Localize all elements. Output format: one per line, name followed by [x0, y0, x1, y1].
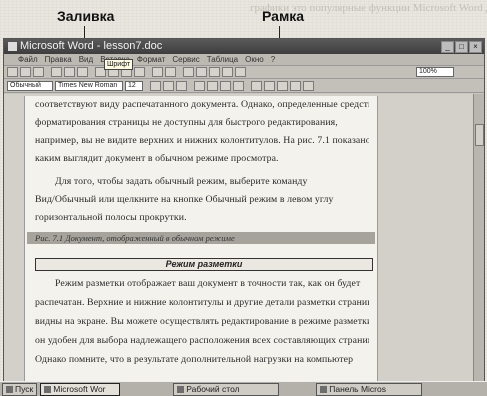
- text-line: он удобен для выбора надлежащего располо…: [35, 335, 369, 346]
- font-select[interactable]: Times New Roman: [55, 80, 123, 91]
- scroll-thumb[interactable]: [475, 124, 484, 146]
- menu-edit[interactable]: Правка: [45, 54, 72, 65]
- fill-callout-label: Заливка: [57, 8, 115, 24]
- menu-bar: Файл Правка Вид Вставка Формат Сервис Та…: [4, 54, 484, 66]
- save-icon[interactable]: [33, 67, 44, 77]
- figure-caption: Рис. 7.1 Документ, отображенный в обычно…: [27, 232, 375, 244]
- word-app-icon: [8, 42, 17, 51]
- font-size-select[interactable]: 12: [125, 80, 143, 91]
- taskbar-item-label: Microsoft Wor: [53, 383, 106, 394]
- show-hide-icon[interactable]: [235, 67, 246, 77]
- maximize-button[interactable]: □: [455, 40, 468, 53]
- close-button[interactable]: ×: [469, 40, 482, 53]
- taskbar: Пуск Microsoft Wor Рабочий стол Панель M…: [0, 381, 487, 396]
- text-line: форматирования страницы не доступны для …: [35, 117, 338, 128]
- print-icon[interactable]: [51, 67, 62, 77]
- text-line: Однако помните, что в результате дополни…: [35, 354, 354, 365]
- bullets-icon[interactable]: [264, 80, 275, 91]
- taskbar-item-word[interactable]: Microsoft Wor: [40, 382, 121, 396]
- menu-file[interactable]: Файл: [18, 54, 38, 65]
- start-label: Пуск: [15, 383, 34, 394]
- text-line: видны на экране. Вы можете осуществлять …: [35, 316, 369, 327]
- document-area: соответствуют виду распечатанного докуме…: [4, 94, 484, 383]
- justify-icon[interactable]: [233, 80, 244, 91]
- columns-icon[interactable]: [209, 67, 220, 77]
- menu-view[interactable]: Вид: [79, 54, 93, 65]
- style-select[interactable]: Обычный: [7, 80, 53, 91]
- insert-excel-icon[interactable]: [196, 67, 207, 77]
- decrease-indent-icon[interactable]: [277, 80, 288, 91]
- text-line: соответствуют виду распечатанного докуме…: [35, 99, 369, 110]
- numbering-icon[interactable]: [251, 80, 262, 91]
- open-folder-icon[interactable]: [20, 67, 31, 77]
- vertical-scrollbar[interactable]: [473, 94, 484, 383]
- minimize-button[interactable]: _: [441, 40, 454, 53]
- align-left-icon[interactable]: [194, 80, 205, 91]
- undo-icon[interactable]: [152, 67, 163, 77]
- taskbar-item-label: Панель Micros: [329, 383, 386, 394]
- title-bar[interactable]: Microsoft Word - lesson7.doc _ □ ×: [4, 39, 484, 54]
- text-line: Для того, чтобы задать обычный режим, вы…: [55, 176, 308, 187]
- print-preview-icon[interactable]: [64, 67, 75, 77]
- section-heading: Режим разметки: [35, 258, 373, 271]
- italic-icon[interactable]: [163, 80, 174, 91]
- taskbar-item-label: Рабочий стол: [186, 383, 240, 394]
- taskbar-item-panel[interactable]: Панель Micros: [316, 382, 423, 396]
- taskbar-item-desktop[interactable]: Рабочий стол: [173, 382, 280, 396]
- drawing-icon[interactable]: [222, 67, 233, 77]
- office-panel-icon: [320, 385, 328, 393]
- word-app-icon: [44, 385, 52, 393]
- align-right-icon[interactable]: [220, 80, 231, 91]
- window-title: Microsoft Word - lesson7.doc: [20, 40, 163, 52]
- formatting-toolbar: Обычный Times New Roman 12: [4, 79, 484, 93]
- text-line: Режим разметки отображает ваш документ в…: [55, 278, 361, 289]
- menu-window[interactable]: Окно: [245, 54, 264, 65]
- redo-icon[interactable]: [165, 67, 176, 77]
- new-document-icon[interactable]: [7, 67, 18, 77]
- spelling-icon[interactable]: [77, 67, 88, 77]
- insert-table-icon[interactable]: [183, 67, 194, 77]
- align-center-icon[interactable]: [207, 80, 218, 91]
- start-button[interactable]: Пуск: [2, 382, 38, 396]
- menu-help[interactable]: ?: [271, 54, 275, 65]
- standard-toolbar: 100%: [4, 66, 484, 79]
- word-window: Microsoft Word - lesson7.doc _ □ × Файл …: [3, 38, 485, 384]
- text-line: каким выглядит документ в обычном режиме…: [35, 153, 279, 164]
- desktop-icon: [177, 385, 185, 393]
- text-line: Вид/Обычный или щелкните на кнопке Обычн…: [35, 194, 334, 205]
- borders-icon[interactable]: [303, 80, 314, 91]
- bold-icon[interactable]: [150, 80, 161, 91]
- frame-callout-label: Рамка: [262, 8, 305, 24]
- zoom-select[interactable]: 100%: [416, 67, 454, 77]
- text-line: горизонтальной полосы прокрутки.: [35, 212, 187, 223]
- menu-table[interactable]: Таблица: [207, 54, 238, 65]
- text-line: распечатан. Верхние и нижние колонтитулы…: [35, 297, 369, 308]
- format-painter-icon[interactable]: [134, 67, 145, 77]
- increase-indent-icon[interactable]: [290, 80, 301, 91]
- text-line: например, вы не видите верхних и нижних …: [35, 135, 369, 146]
- menu-format[interactable]: Формат: [137, 54, 165, 65]
- windows-logo-icon: [6, 385, 13, 393]
- underline-icon[interactable]: [176, 80, 187, 91]
- document-page[interactable]: соответствуют виду распечатанного докуме…: [24, 96, 378, 383]
- menu-tools[interactable]: Сервис: [172, 54, 199, 65]
- toolbar-tooltip: Шрифт: [104, 59, 134, 70]
